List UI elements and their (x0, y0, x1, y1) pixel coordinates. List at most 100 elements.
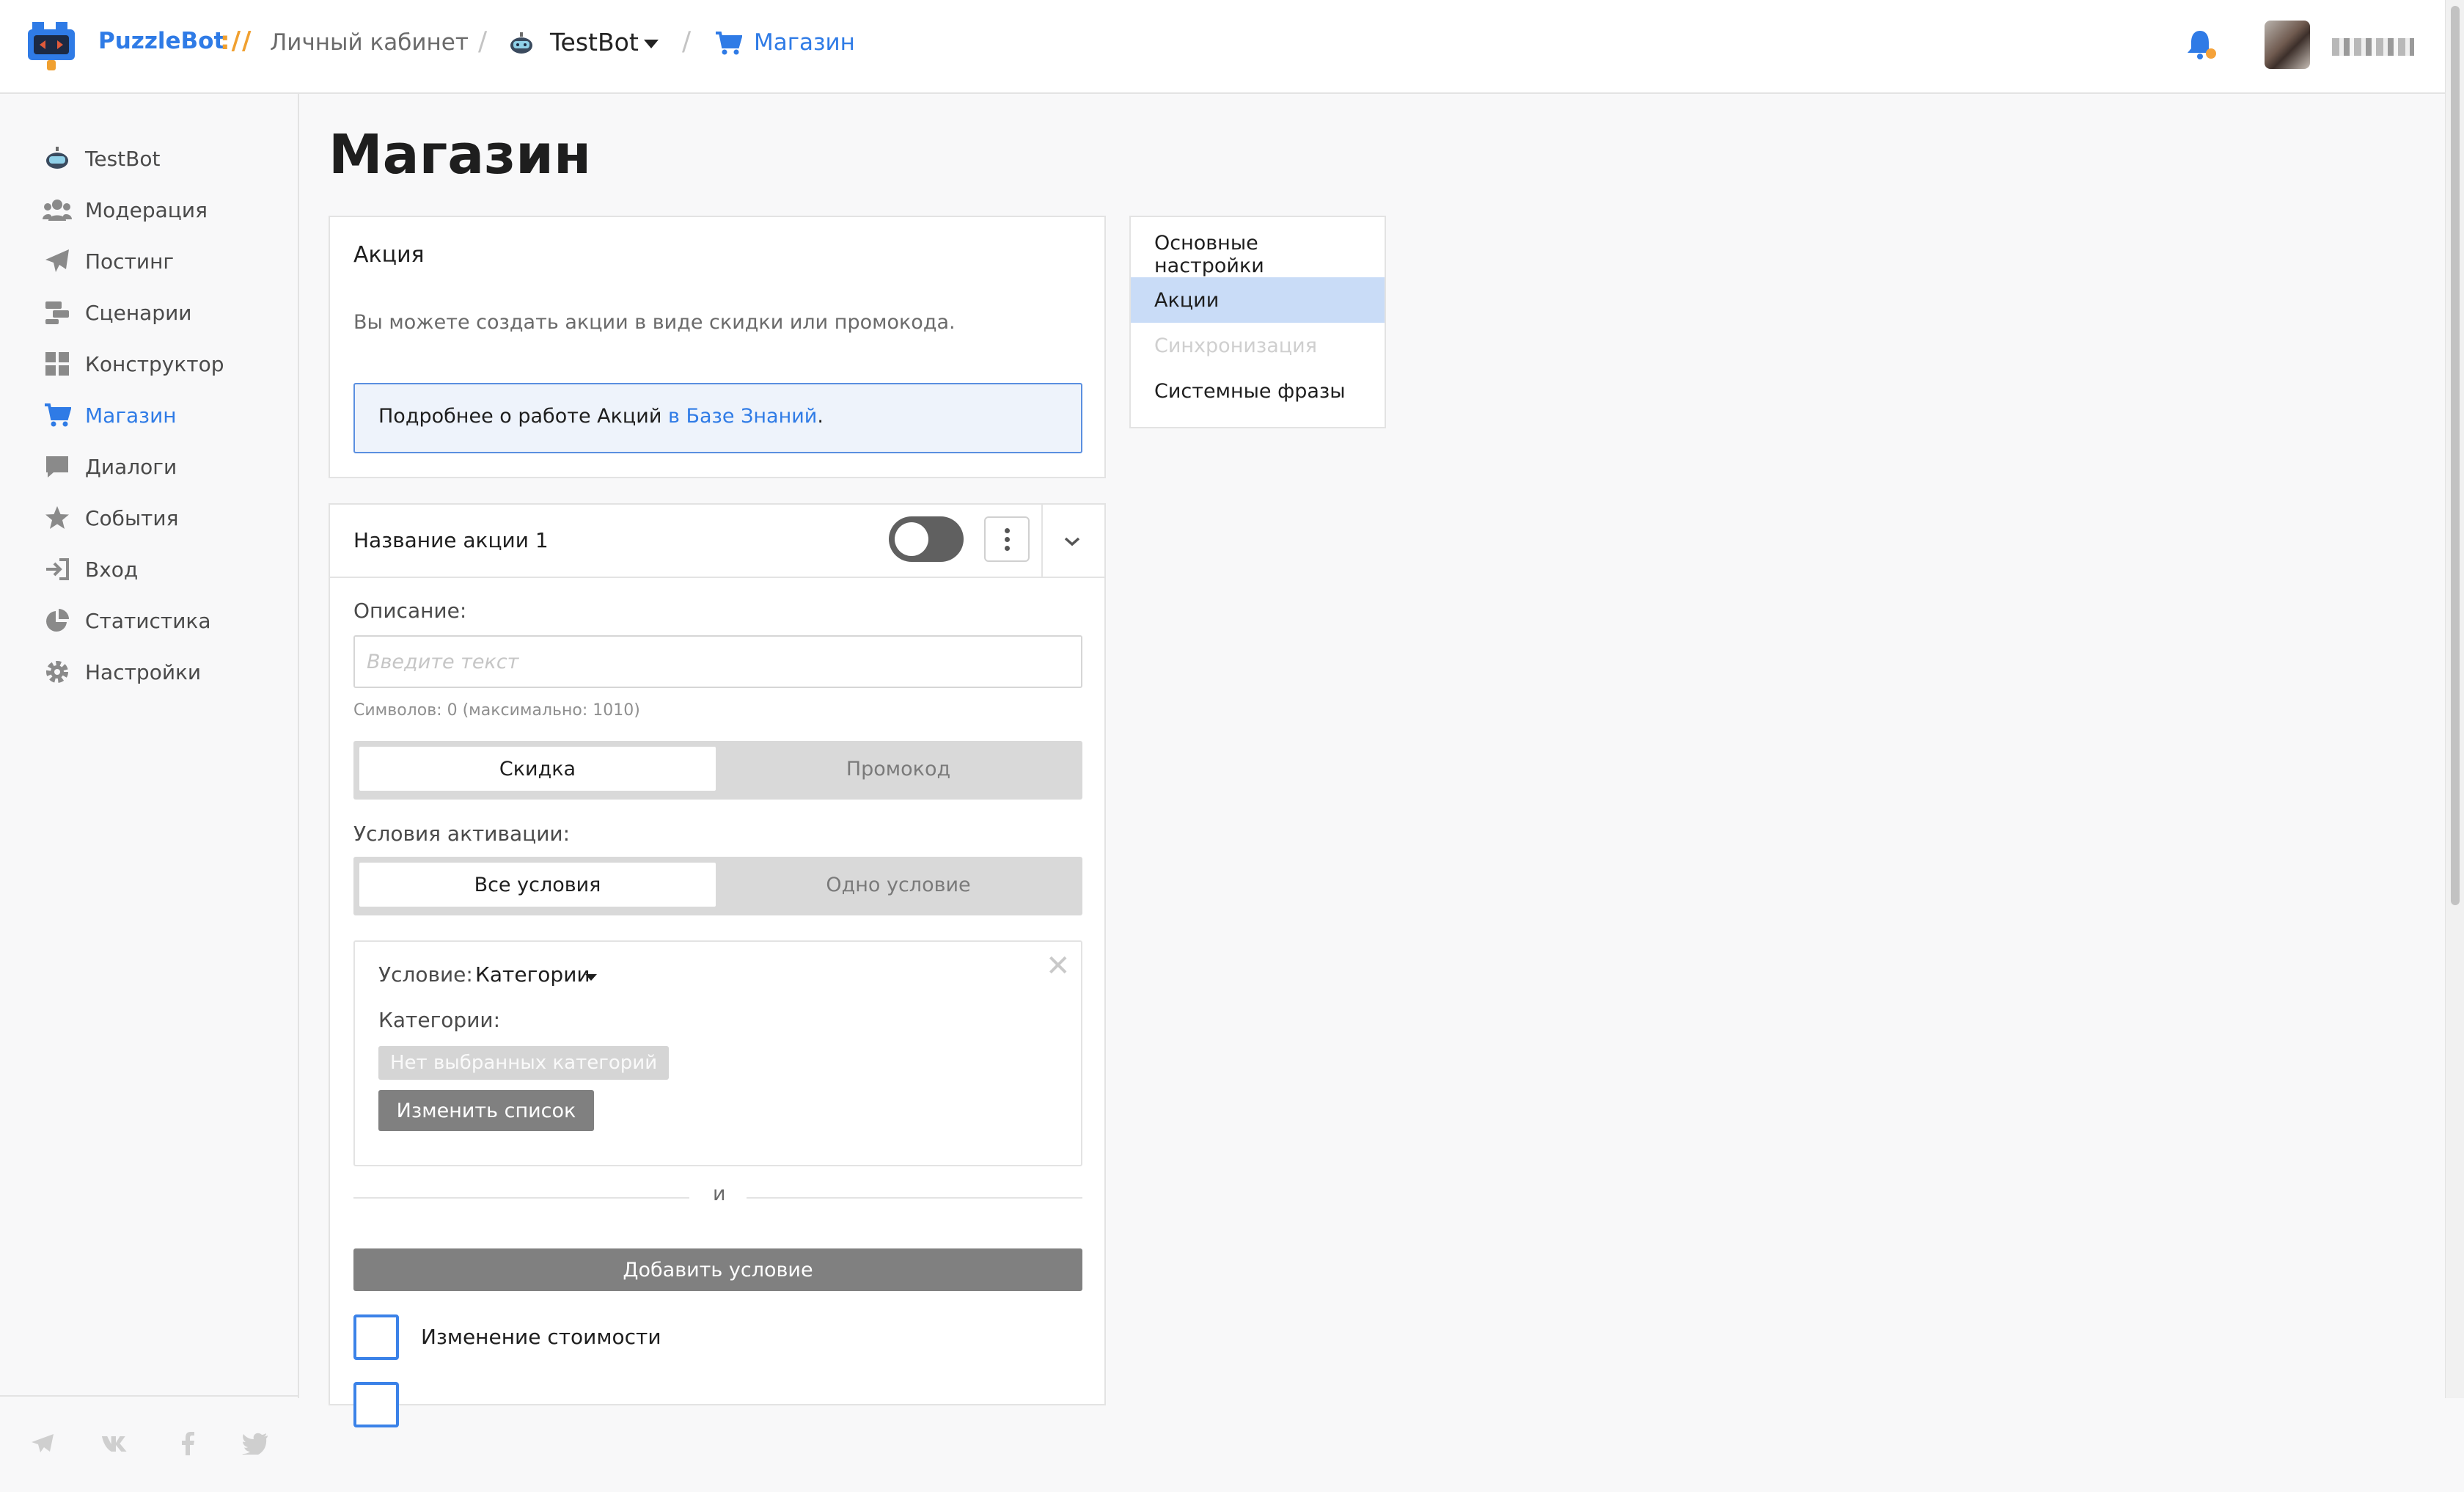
condition-type-dropdown[interactable]: Категории (475, 962, 590, 987)
activation-mode-selector: Все условия Одно условие (353, 857, 1082, 915)
categories-label: Категории: (378, 1008, 501, 1032)
info-text: Подробнее о работе Акций (378, 405, 668, 428)
sidebar-item-constructor[interactable]: Конструктор (43, 342, 224, 386)
sidebar-item-label: Настройки (85, 659, 202, 684)
sidebar-item-label: Вход (85, 557, 139, 582)
avatar[interactable] (2265, 21, 2310, 69)
activation-option-all[interactable]: Все условия (359, 863, 716, 907)
twitter-icon[interactable] (241, 1429, 270, 1458)
chevron-down-icon[interactable] (644, 40, 659, 48)
character-counter: Символов: 0 (максимально: 1010) (353, 701, 640, 720)
caret-down-icon[interactable] (585, 974, 597, 981)
price-change-label: Изменение стоимости (421, 1325, 661, 1349)
empty-categories-badge: Нет выбранных категорий (378, 1046, 670, 1080)
sidebar-social-footer (0, 1395, 298, 1492)
price-change-checkbox[interactable] (353, 1314, 399, 1360)
activation-option-one[interactable]: Одно условие (720, 863, 1077, 907)
sidebar-item-label: Сценарии (85, 300, 192, 325)
tab-promotions[interactable]: Акции (1131, 277, 1385, 323)
sidebar-item-events[interactable]: События (43, 496, 178, 540)
user-name-pixelated[interactable] (2332, 38, 2414, 56)
close-icon[interactable]: ✕ (1046, 949, 1071, 983)
header-divider (1041, 505, 1043, 577)
more-options-button[interactable] (984, 516, 1030, 562)
pie-chart-icon (43, 606, 72, 635)
breadcrumb-separator: / (682, 26, 692, 56)
info-text-end: . (817, 405, 824, 428)
type-option-promocode[interactable]: Промокод (720, 747, 1077, 791)
sidebar-item-statistics[interactable]: Статистика (43, 599, 211, 643)
chat-icon (43, 452, 72, 481)
sidebar-item-testbot[interactable]: TestBot (43, 136, 160, 180)
promo-info-card: Акция Вы можете создать акции в виде ски… (329, 216, 1106, 478)
tab-system-phrases[interactable]: Системные фразы (1131, 368, 1385, 414)
type-option-discount[interactable]: Скидка (359, 747, 716, 791)
grid-icon (43, 349, 72, 379)
page-scrollbar[interactable] (2445, 0, 2464, 1398)
facebook-icon[interactable] (173, 1429, 202, 1458)
sidebar-item-moderation[interactable]: Модерация (43, 188, 208, 232)
next-option-checkbox[interactable] (353, 1382, 399, 1427)
users-icon (43, 195, 72, 224)
breadcrumb-current[interactable]: Магазин (754, 29, 855, 56)
breadcrumb-bot[interactable]: TestBot (550, 28, 639, 56)
sidebar-item-scenarios[interactable]: Сценарии (43, 290, 191, 334)
promo-card-title: Акция (353, 242, 425, 268)
scenario-icon (43, 298, 72, 327)
and-divider-right (747, 1197, 1082, 1199)
promo-card-description: Вы можете создать акции в виде скидки ил… (353, 311, 956, 334)
and-divider-left (353, 1197, 689, 1199)
sidebar-item-posting[interactable]: Постинг (43, 239, 174, 283)
description-label: Описание: (353, 599, 467, 623)
tab-sync: Синхронизация (1154, 334, 1317, 357)
scrollbar-thumb[interactable] (2451, 6, 2460, 905)
sidebar-item-label: Конструктор (85, 351, 224, 376)
cart-icon (714, 31, 743, 59)
breadcrumb-cabinet[interactable]: Личный кабинет (270, 29, 469, 56)
tab-main-settings[interactable]: Основные настройки (1131, 232, 1385, 277)
notification-dot (2206, 48, 2216, 59)
puzzlebot-logo-icon[interactable] (26, 18, 78, 73)
and-separator-text: и (713, 1182, 726, 1205)
edit-list-button[interactable]: Изменить список (378, 1090, 594, 1131)
vk-icon[interactable] (101, 1429, 131, 1458)
top-bar: PuzzleBot :// Личный кабинет / TestBot /… (0, 0, 2445, 94)
promotion-enabled-toggle[interactable] (889, 516, 964, 562)
sidebar-item-label: Статистика (85, 608, 211, 633)
activation-label: Условия активации: (353, 822, 571, 846)
sidebar-item-settings[interactable]: Настройки (43, 650, 201, 694)
sidebar-item-label: События (85, 505, 179, 530)
promotion-header: Название акции 1 (330, 505, 1104, 578)
condition-label: Условие: (378, 962, 473, 987)
sidebar-item-label: TestBot (85, 146, 161, 171)
chevron-down-icon[interactable] (1062, 534, 1082, 552)
sidebar-item-label: Модерация (85, 197, 208, 222)
add-condition-button[interactable]: Добавить условие (353, 1248, 1082, 1291)
toggle-knob (895, 522, 928, 556)
knowledge-base-link[interactable]: в Базе Знаний (668, 405, 817, 428)
description-input[interactable] (353, 635, 1082, 688)
sidebar-item-shop[interactable]: Магазин (43, 393, 177, 437)
shop-settings-menu: Основные настройки Акции Синхронизация С… (1129, 216, 1386, 428)
paper-plane-icon (43, 246, 72, 276)
promotion-type-selector: Скидка Промокод (353, 741, 1082, 800)
sidebar-item-label: Диалоги (85, 454, 177, 479)
promotion-card: Название акции 1 Описание: Символов: 0 (… (329, 503, 1106, 1427)
bot-icon (509, 31, 534, 59)
sidebar-item-dialogs[interactable]: Диалоги (43, 445, 177, 489)
telegram-icon[interactable] (28, 1429, 57, 1458)
star-icon (43, 503, 72, 533)
brand-separator: :// (220, 26, 253, 56)
sidebar-item-login[interactable]: Вход (43, 547, 138, 591)
sign-in-icon (43, 555, 72, 584)
knowledge-base-info: Подробнее о работе Акций в Базе Знаний. (353, 383, 1082, 453)
brand-name[interactable]: PuzzleBot (98, 28, 224, 54)
sidebar: TestBot Модерация Постинг Сценарии Конст… (0, 94, 299, 1455)
cart-icon (43, 401, 72, 430)
gear-icon (43, 657, 72, 687)
breadcrumb-separator: / (478, 26, 488, 56)
page-title: Магазин (329, 123, 592, 186)
promotion-name[interactable]: Название акции 1 (353, 528, 549, 552)
sidebar-item-label: Постинг (85, 249, 175, 274)
bot-icon (43, 144, 72, 173)
